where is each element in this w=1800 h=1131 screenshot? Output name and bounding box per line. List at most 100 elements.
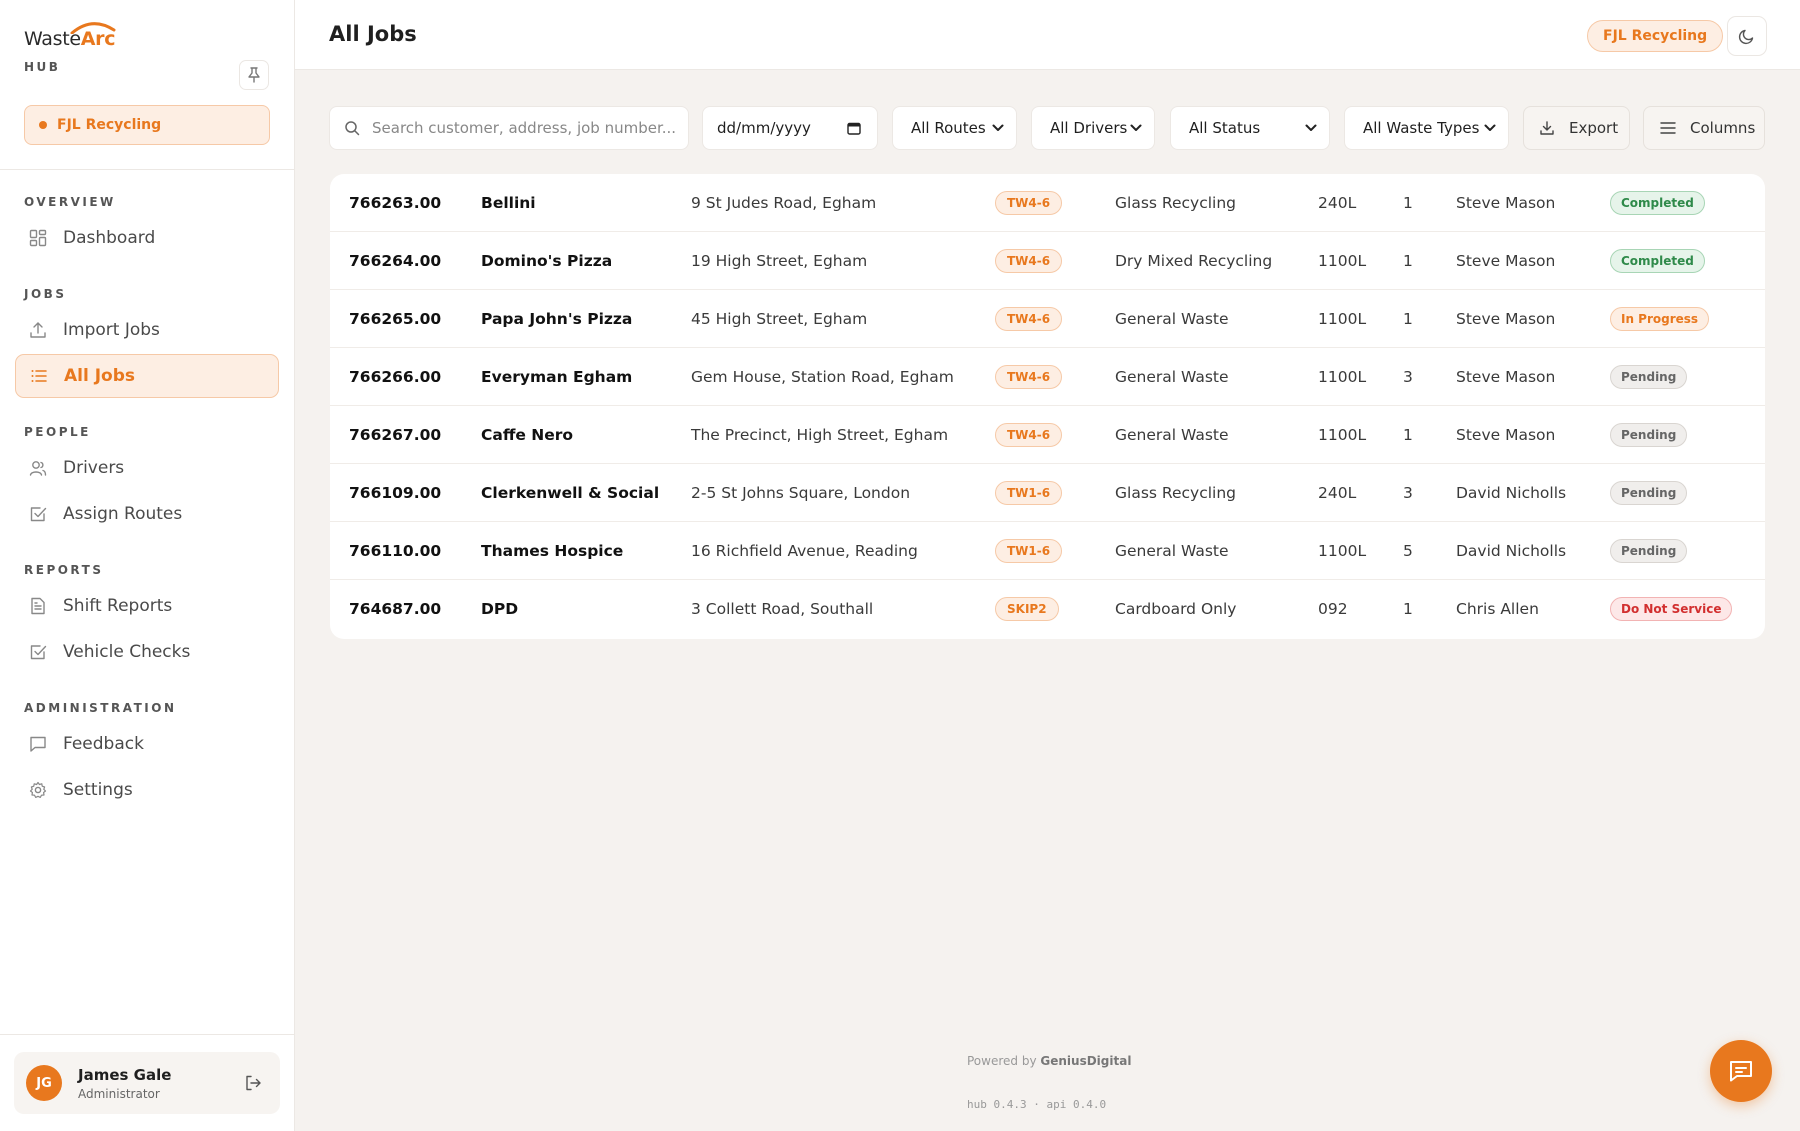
org-badge[interactable]: FJL Recycling <box>1587 20 1724 52</box>
columns-button[interactable]: Columns <box>1643 106 1765 150</box>
route-badge: TW1-6 <box>995 539 1063 563</box>
waste-types-select-value: All Waste Types <box>1363 119 1480 137</box>
sidebar-item-label: Import Jobs <box>63 320 160 340</box>
customer-name: Domino's Pizza <box>481 252 613 270</box>
sidebar-item-feedback[interactable]: Feedback <box>15 722 279 766</box>
pin-sidebar-button[interactable] <box>239 60 269 90</box>
sidebar-item-label: Vehicle Checks <box>63 642 191 662</box>
table-row[interactable]: 766265.00 Papa John's Pizza 45 High Stre… <box>330 290 1765 348</box>
route-badge: TW4-6 <box>995 365 1063 389</box>
org-dot-icon <box>39 121 47 129</box>
job-number: 766265.00 <box>349 310 442 328</box>
waste-types-select[interactable]: All Waste Types <box>1344 106 1509 150</box>
moon-icon <box>1738 29 1754 45</box>
quantity: 1 <box>1403 426 1413 444</box>
driver-name: Steve Mason <box>1456 310 1556 328</box>
export-button[interactable]: Export <box>1523 106 1630 150</box>
export-label: Export <box>1569 119 1619 137</box>
container-size: 240L <box>1318 484 1357 502</box>
theme-toggle-button[interactable] <box>1727 16 1767 56</box>
section-title-jobs: JOBS <box>24 287 67 301</box>
sidebar-divider <box>0 169 294 170</box>
users-icon <box>28 458 48 478</box>
table-row[interactable]: 766263.00 Bellini 9 St Judes Road, Egham… <box>330 174 1765 232</box>
sidebar-item-dashboard[interactable]: Dashboard <box>15 216 279 260</box>
upload-icon <box>28 320 48 340</box>
driver-name: Steve Mason <box>1456 252 1556 270</box>
drivers-select-value: All Drivers <box>1050 119 1128 137</box>
status-badge: Pending <box>1610 365 1688 389</box>
customer-name: Clerkenwell & Social <box>481 484 660 502</box>
chevron-down-icon <box>992 124 1004 131</box>
top-header: All Jobs FJL Recycling <box>295 0 1800 70</box>
version-info: hub 0.4.3 · api 0.4.0 <box>967 1098 1107 1111</box>
container-size: 240L <box>1318 194 1357 212</box>
sidebar-item-vehicle-checks[interactable]: Vehicle Checks <box>15 630 279 674</box>
quantity: 5 <box>1403 542 1413 560</box>
sidebar-item-drivers[interactable]: Drivers <box>15 446 279 490</box>
route-badge: SKIP2 <box>995 597 1059 621</box>
drivers-select[interactable]: All Drivers <box>1031 106 1155 150</box>
section-title-administration: ADMINISTRATION <box>24 701 177 715</box>
section-title-overview: OVERVIEW <box>24 195 116 209</box>
status-select[interactable]: All Status <box>1170 106 1330 150</box>
status-badge: Completed <box>1610 249 1705 273</box>
table-row[interactable]: 766266.00 Everyman Egham Gem House, Stat… <box>330 348 1765 406</box>
route-badge: TW4-6 <box>995 307 1063 331</box>
routes-select[interactable]: All Routes <box>892 106 1017 150</box>
waste-type: Glass Recycling <box>1115 484 1236 502</box>
date-input[interactable]: dd/mm/yyyy <box>702 106 878 150</box>
sidebar-item-import-jobs[interactable]: Import Jobs <box>15 308 279 352</box>
route-badge: TW1-6 <box>995 481 1063 505</box>
waste-type: General Waste <box>1115 310 1229 328</box>
sidebar-item-assign-routes[interactable]: Assign Routes <box>15 492 279 536</box>
container-size: 1100L <box>1318 310 1367 328</box>
route-badge: TW4-6 <box>995 191 1063 215</box>
driver-name: Steve Mason <box>1456 426 1556 444</box>
dashboard-icon <box>28 228 48 248</box>
logout-button[interactable] <box>242 1072 264 1094</box>
table-row[interactable]: 766110.00 Thames Hospice 16 Richfield Av… <box>330 522 1765 580</box>
logout-icon <box>246 1075 261 1091</box>
powered-brand[interactable]: GeniusDigital <box>1040 1054 1131 1068</box>
columns-label: Columns <box>1690 119 1756 137</box>
status-badge: Pending <box>1610 481 1688 505</box>
waste-type: Cardboard Only <box>1115 600 1237 618</box>
sidebar: WasteArc HUB FJL Recycling OVERVIEW Dash… <box>0 0 295 1131</box>
logo-swoosh-icon <box>70 22 116 34</box>
sidebar-bottom-divider <box>0 1034 294 1035</box>
sidebar-item-label: Assign Routes <box>63 504 183 524</box>
gear-icon <box>28 780 48 800</box>
job-number: 766266.00 <box>349 368 442 386</box>
container-size: 1100L <box>1318 368 1367 386</box>
address: 9 St Judes Road, Egham <box>691 194 877 212</box>
address: 19 High Street, Egham <box>691 252 868 270</box>
hub-label: HUB <box>24 60 61 74</box>
waste-type: General Waste <box>1115 426 1229 444</box>
status-badge: Do Not Service <box>1610 597 1733 621</box>
chevron-down-icon <box>1484 124 1496 131</box>
message-icon <box>28 734 48 754</box>
sidebar-item-all-jobs[interactable]: All Jobs <box>15 354 279 398</box>
job-number: 766264.00 <box>349 252 442 270</box>
table-row[interactable]: 766267.00 Caffe Nero The Precinct, High … <box>330 406 1765 464</box>
sidebar-item-settings[interactable]: Settings <box>15 768 279 812</box>
search-input[interactable]: Search customer, address, job number... <box>329 106 689 150</box>
waste-type: Dry Mixed Recycling <box>1115 252 1273 270</box>
chevron-down-icon <box>1130 124 1142 131</box>
powered-by: Powered by GeniusDigital <box>967 1054 1131 1068</box>
user-card[interactable]: JG James Gale Administrator <box>14 1052 280 1114</box>
table-row[interactable]: 766264.00 Domino's Pizza 19 High Street,… <box>330 232 1765 290</box>
driver-name: Chris Allen <box>1456 600 1539 618</box>
brand-logo[interactable]: WasteArc HUB <box>24 22 116 74</box>
sidebar-item-shift-reports[interactable]: Shift Reports <box>15 584 279 628</box>
table-row[interactable]: 766109.00 Clerkenwell & Social 2-5 St Jo… <box>330 464 1765 522</box>
job-number: 766267.00 <box>349 426 442 444</box>
status-badge: In Progress <box>1610 307 1710 331</box>
address: 45 High Street, Egham <box>691 310 868 328</box>
chat-button[interactable] <box>1710 1040 1772 1102</box>
table-row[interactable]: 764687.00 DPD 3 Collett Road, Southall S… <box>330 580 1765 638</box>
quantity: 1 <box>1403 310 1413 328</box>
calendar-icon[interactable] <box>847 121 861 135</box>
org-selector[interactable]: FJL Recycling <box>24 105 270 145</box>
